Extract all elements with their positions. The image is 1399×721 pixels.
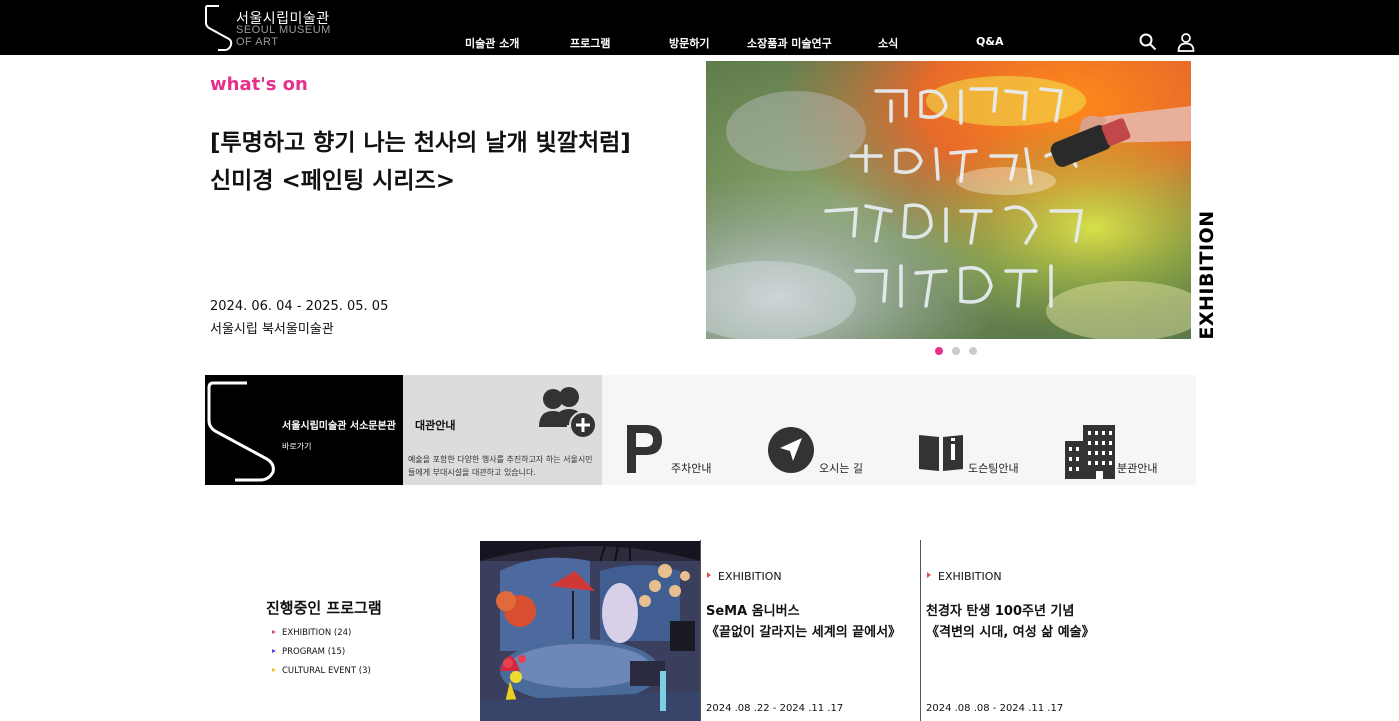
whats-on-label: what's on	[210, 74, 308, 95]
docent-book-icon	[919, 435, 963, 471]
card-2-category: EXHIBITION	[927, 570, 1002, 583]
user-icon[interactable]	[1177, 33, 1195, 52]
card-1-category: EXHIBITION	[707, 570, 782, 583]
card-2-date: 2024 .08 .08 - 2024 .11 .17	[926, 703, 1064, 714]
seoso-main-branch-link[interactable]: 서울시립미술관 서소문본관 바로가기	[205, 375, 403, 485]
category-exhibition-link[interactable]: EXHIBITION (24)	[272, 628, 351, 638]
rental-title: 대관안내	[415, 419, 456, 432]
seoso-title: 서울시립미술관 서소문본관	[282, 421, 396, 432]
hero-exhibition-image[interactable]	[706, 61, 1191, 339]
nav-news[interactable]: 소식	[878, 35, 898, 51]
people-add-icon	[539, 387, 597, 439]
slide-dot-3[interactable]	[969, 347, 977, 355]
program-card-1[interactable]: EXHIBITION SeMA 옴니버스 《끝없이 갈라지는 세계의 끝에서》 …	[706, 565, 916, 721]
nav-programs[interactable]: 프로그램	[570, 35, 610, 51]
branch-label: 분관안내	[1117, 462, 1158, 475]
museum-logo[interactable]: 서울시립미술관 SEOUL MUSEUM OF ART	[205, 5, 355, 51]
programs-section-title: 진행중인 프로그램	[266, 599, 382, 617]
slide-dot-2[interactable]	[952, 347, 960, 355]
card-divider-1	[700, 540, 701, 721]
quick-links-bar: 서울시립미술관 서소문본관 바로가기 대관안내 예술을 포함한 다양한 행사를 …	[205, 375, 1196, 485]
logo-english-line1: SEOUL MUSEUM	[236, 24, 331, 36]
top-navigation-bar: 서울시립미술관 SEOUL MUSEUM OF ART 미술관 소개 프로그램 …	[0, 0, 1399, 55]
rental-info-link[interactable]: 대관안내 예술을 포함한 다양한 행사를 추진하고자 하는 서울시민들에게 부대…	[403, 375, 602, 485]
hero-date: 2024. 06. 04 - 2025. 05. 05	[210, 299, 389, 314]
hero-artwork	[706, 61, 1191, 339]
parking-link[interactable]: 주차안내	[624, 423, 754, 481]
building-icon	[1065, 425, 1115, 479]
hero-title[interactable]: [투명하고 향기 나는 천사의 날개 빛깔처럼] 신미경 <페인팅 시리즈>	[210, 124, 631, 200]
rental-description: 예술을 포함한 다양한 행사를 추진하고자 하는 서울시민들에게 부대시설을 대…	[408, 455, 593, 477]
program-card-2[interactable]: EXHIBITION 천경자 탄생 100주년 기념 《격변의 시대, 여성 삶…	[926, 565, 1136, 721]
direction-icon	[768, 427, 814, 473]
seoso-subtitle: 바로가기	[282, 442, 312, 451]
directions-label: 오시는 길	[819, 462, 863, 475]
logo-english-line2: OF ART	[236, 36, 279, 48]
program-poster-image[interactable]	[480, 541, 700, 721]
nav-qna[interactable]: Q&A	[976, 35, 1003, 48]
logo-s-mark-icon	[205, 5, 233, 51]
card-1-title: SeMA 옴니버스 《끝없이 갈라지는 세계의 끝에서》	[706, 604, 902, 640]
seoso-s-mark-icon	[207, 381, 275, 482]
red-triangle-icon	[272, 630, 276, 634]
branch-link[interactable]: 분관안내	[1065, 423, 1195, 481]
docent-label: 도슨팅안내	[968, 462, 1019, 475]
hero-venue: 서울시립 북서울미술관	[210, 322, 334, 337]
parking-icon	[627, 425, 662, 473]
hero-title-line2: 신미경 <페인팅 시리즈>	[210, 168, 455, 194]
blue-triangle-icon	[272, 649, 276, 653]
exhibition-side-label: EXHIBITION	[1196, 210, 1218, 340]
directions-link[interactable]: 오시는 길	[768, 423, 898, 481]
search-icon[interactable]	[1139, 33, 1157, 51]
card-divider-2	[920, 540, 921, 721]
yellow-triangle-icon	[272, 668, 276, 672]
nav-collection[interactable]: 소장품과 미술연구	[747, 35, 832, 51]
poster-artwork	[480, 541, 700, 721]
parking-label: 주차안내	[671, 462, 712, 475]
docent-link[interactable]: 도슨팅안내	[917, 423, 1047, 481]
slide-dot-1[interactable]	[935, 347, 943, 355]
card-1-date: 2024 .08 .22 - 2024 .11 .17	[706, 703, 844, 714]
nav-about[interactable]: 미술관 소개	[465, 35, 519, 51]
category-program-link[interactable]: PROGRAM (15)	[272, 647, 345, 657]
nav-visit[interactable]: 방문하기	[669, 35, 709, 51]
category-cultural-event-link[interactable]: CULTURAL EVENT (3)	[272, 666, 371, 676]
card-2-title: 천경자 탄생 100주년 기념 《격변의 시대, 여성 삶 예술》	[926, 604, 1095, 640]
hero-title-line1: [투명하고 향기 나는 천사의 날개 빛깔처럼]	[210, 130, 631, 156]
